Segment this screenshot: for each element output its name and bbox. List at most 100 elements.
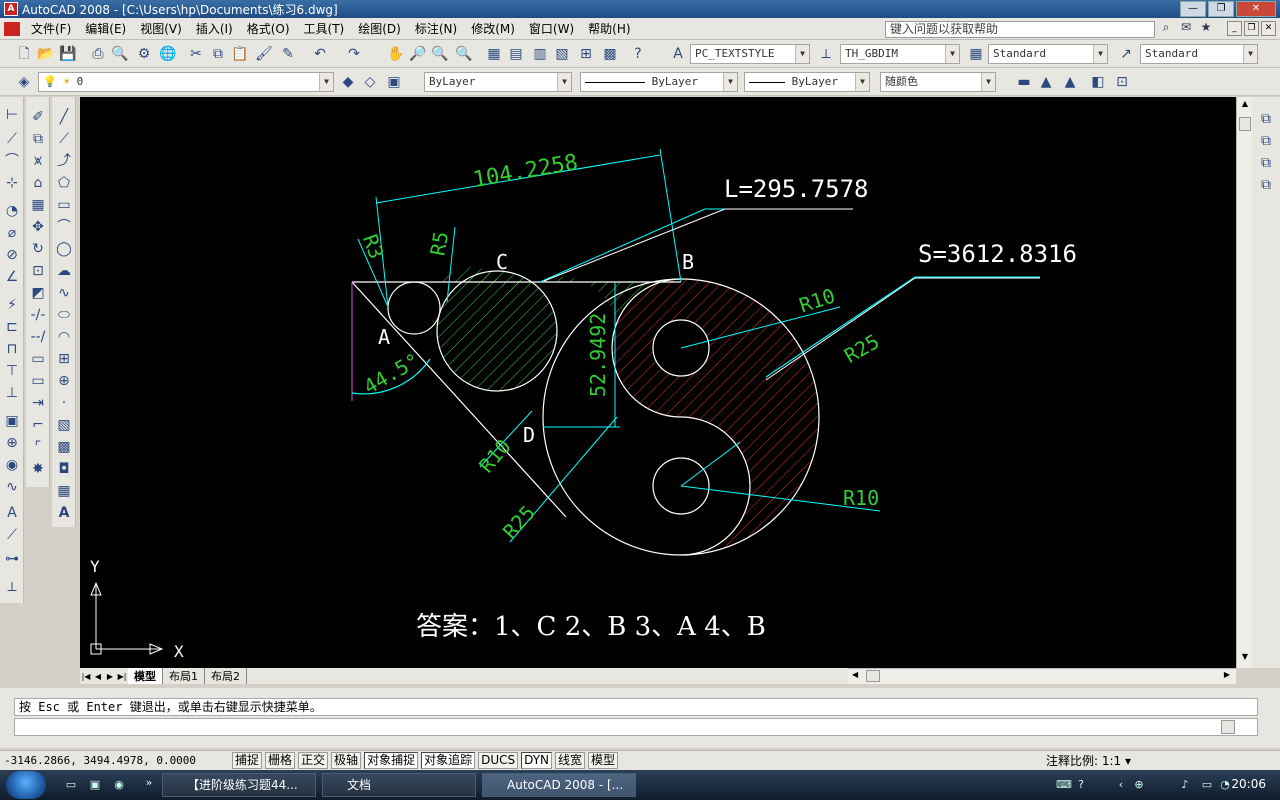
linetype-combo[interactable]: ByLayer ▼ (580, 72, 738, 92)
block-editor-icon[interactable]: ✎ (278, 44, 298, 64)
chevron-left-icon[interactable]: ‹ (1114, 778, 1128, 792)
make-block-icon[interactable]: ⊕ (54, 371, 74, 391)
monitor-icon[interactable]: ▭ (1200, 778, 1214, 792)
scroll-down-icon[interactable]: ▼ (1239, 652, 1251, 666)
chevron-down-icon[interactable]: ▼ (1093, 45, 1107, 63)
menu-help[interactable]: 帮助(H) (581, 20, 637, 37)
menu-edit[interactable]: 编辑(E) (78, 20, 133, 37)
keyboard-icon[interactable]: ⌨ (1056, 778, 1072, 792)
text-style-combo[interactable]: PC_TEXTSTYLE ▼ (690, 44, 810, 64)
table-icon[interactable]: ▦ (54, 481, 74, 501)
point-icon[interactable]: · (54, 393, 74, 413)
stretch-icon[interactable]: ◩ (28, 283, 48, 303)
web-publish-icon[interactable]: 🌐 (158, 44, 178, 64)
help-tray-icon[interactable]: ? (1074, 778, 1088, 792)
horizontal-scroll-thumb[interactable] (866, 670, 880, 682)
multiline-text-icon[interactable]: A (54, 503, 74, 523)
zoom-realtime-icon[interactable]: 🔎 (408, 44, 428, 64)
match-properties-icon[interactable]: 🖌 (254, 44, 274, 64)
polyline-icon[interactable]: ⤴ (54, 151, 74, 171)
draw-order-back-icon[interactable]: ⧉ (1256, 131, 1276, 151)
paste-icon[interactable]: 📋 (230, 44, 250, 64)
dyn-toggle[interactable]: DYN (521, 752, 553, 769)
chevron-down-icon[interactable]: ▼ (981, 73, 995, 91)
menu-file[interactable]: 文件(F) (24, 20, 78, 37)
menu-draw[interactable]: 绘图(D) (351, 20, 408, 37)
tab-next-icon[interactable]: ▶ (104, 672, 116, 681)
break-icon[interactable]: ▭ (28, 371, 48, 391)
make-current-layer-icon[interactable]: ◆ (338, 72, 358, 92)
spline-icon[interactable]: ∿ (54, 283, 74, 303)
zoom-window-icon[interactable]: 🔍 (430, 44, 450, 64)
erase-icon[interactable]: ✐ (28, 107, 48, 127)
send-under-icon[interactable]: ⧉ (1256, 175, 1276, 195)
redo-icon[interactable]: ↷ (344, 44, 364, 64)
circle-icon[interactable]: ◯ (54, 239, 74, 259)
print-icon[interactable]: ⎙ (88, 44, 108, 64)
quick-dim-icon[interactable]: ⚡ (2, 295, 22, 315)
table-style-icon[interactable]: ▦ (966, 44, 986, 64)
jogged-linear-icon[interactable]: ∿ (2, 477, 22, 497)
join-icon[interactable]: ⇥ (28, 393, 48, 413)
scale-icon[interactable]: ⊡ (28, 261, 48, 281)
undo-icon[interactable]: ↶ (310, 44, 330, 64)
jogged-dim-icon[interactable]: ⌀ (2, 223, 22, 243)
taskbar-item-ie[interactable]: 【进阶级练习题44... (162, 773, 316, 797)
polygon-icon[interactable]: ⬠ (54, 173, 74, 193)
bring-above-icon[interactable]: ⧉ (1256, 153, 1276, 173)
layer-states-icon[interactable]: ▣ (384, 72, 404, 92)
zoom-extents-icon[interactable]: ⊡ (1112, 72, 1132, 92)
construction-line-icon[interactable]: ⟋ (54, 129, 74, 149)
line-icon[interactable]: ╱ (54, 107, 74, 127)
render-icon[interactable]: ◧ (1088, 72, 1108, 92)
rectangle-icon[interactable]: ▭ (54, 195, 74, 215)
annotation-scale[interactable]: 注释比例: 1:1 ▾ (1046, 752, 1131, 769)
dim-style-icon[interactable]: ⟂ (816, 44, 836, 64)
mirror-icon[interactable]: ⩙ (28, 151, 48, 171)
walk-icon[interactable]: ▲ (1060, 72, 1080, 92)
cut-icon[interactable]: ✂ (186, 44, 206, 64)
osnap-toggle[interactable]: 对象捕捉 (364, 752, 419, 769)
menu-format[interactable]: 格式(O) (240, 20, 297, 37)
ellipse-arc-icon[interactable]: ◠ (54, 327, 74, 347)
communication-center-icon[interactable]: ✉ (1178, 20, 1194, 36)
dim-edit-icon[interactable]: A (2, 503, 22, 523)
scroll-left-icon[interactable]: ◀ (852, 670, 858, 679)
menu-modify[interactable]: 修改(M) (464, 20, 522, 37)
menu-tools[interactable]: 工具(T) (297, 20, 352, 37)
ordinate-dim-icon[interactable]: ⊹ (2, 173, 22, 193)
doc-restore-button[interactable]: ❐ (1244, 21, 1259, 36)
favorites-star-icon[interactable]: ★ (1198, 20, 1214, 36)
multileader-style-icon[interactable]: ↗ (1116, 44, 1136, 64)
menu-dimension[interactable]: 标注(N) (408, 20, 464, 37)
tab-model[interactable]: 模型 (128, 668, 163, 684)
layer-manager-icon[interactable]: ◈ (14, 72, 34, 92)
gradient-icon[interactable]: ▩ (54, 437, 74, 457)
layer-combo[interactable]: 💡 ☀ 0 ▼ (38, 72, 334, 92)
chevron-down-icon[interactable]: ▼ (795, 45, 809, 63)
dim-style-combo[interactable]: TH_GBDIM ▼ (840, 44, 960, 64)
drawing-canvas[interactable]: 104.2258 L=295.7578 S=3612.8316 R3 R5 R1… (80, 97, 1236, 668)
aligned-dim-icon[interactable]: ⟋ (2, 129, 22, 149)
volume-icon[interactable]: ◔ (1218, 778, 1232, 792)
chevron-down-icon[interactable]: ▼ (945, 45, 959, 63)
multileader-style-combo[interactable]: Standard ▼ (1140, 44, 1258, 64)
explode-icon[interactable]: ✸ (28, 459, 48, 479)
chevron-down-icon[interactable]: ▼ (723, 73, 737, 91)
open-file-icon[interactable]: 📂 (36, 44, 56, 64)
calculator-icon[interactable]: ▩ (600, 44, 620, 64)
doc-close-button[interactable]: ✕ (1261, 21, 1276, 36)
properties-icon[interactable]: ▦ (484, 44, 504, 64)
grid-toggle[interactable]: 栅格 (265, 752, 296, 769)
scroll-up-icon[interactable]: ▲ (1239, 99, 1251, 113)
taskbar-item-autocad[interactable]: AutoCAD 2008 - [... (482, 773, 636, 797)
plot-preview-icon[interactable]: 🔍 (110, 44, 130, 64)
diameter-dim-icon[interactable]: ⊘ (2, 245, 22, 265)
plot-style-combo[interactable]: 随颜色 ▼ (880, 72, 996, 92)
horizontal-scrollbar[interactable]: ◀ ▶ (848, 668, 1236, 684)
table-style-combo[interactable]: Standard ▼ (988, 44, 1108, 64)
arc-length-icon[interactable]: ⌒ (2, 151, 22, 171)
help-icon[interactable]: ? (628, 44, 648, 64)
tool-palettes-icon[interactable]: ▥ (530, 44, 550, 64)
tab-last-icon[interactable]: ▶| (116, 672, 128, 681)
